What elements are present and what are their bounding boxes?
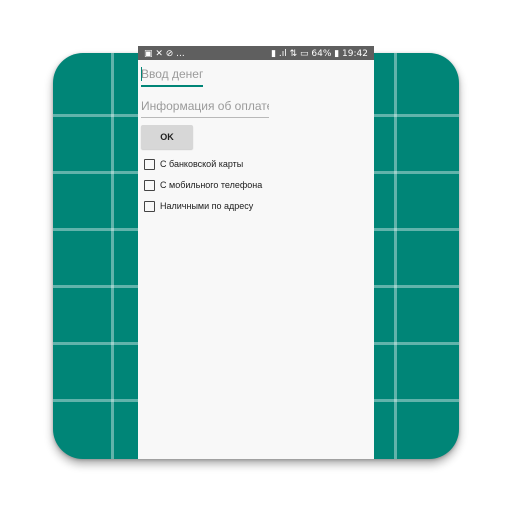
amount-input[interactable] (141, 63, 203, 87)
checkbox-cash-by-address[interactable] (144, 200, 155, 212)
checkbox-mobile-phone[interactable] (144, 179, 155, 191)
status-left-icons: ▣ ✕ ⊘ ... (144, 49, 185, 59)
option-bank-card[interactable]: С банковской карты (144, 157, 243, 171)
option-label: С банковской карты (160, 159, 244, 169)
option-label: Наличными по адресу (160, 201, 254, 211)
checkbox-bank-card[interactable] (144, 158, 155, 170)
option-mobile-phone[interactable]: С мобильного телефона (144, 178, 262, 192)
app-screen: ▣ ✕ ⊘ ... ▮ .ıl ⇅ ▭ 64% ▮ 19:42 OK С бан… (138, 46, 374, 459)
payment-info-input[interactable] (141, 95, 269, 118)
option-label: С мобильного телефона (160, 180, 263, 190)
status-bar: ▣ ✕ ⊘ ... ▮ .ıl ⇅ ▭ 64% ▮ 19:42 (138, 46, 374, 60)
text-cursor (141, 67, 142, 81)
ok-button[interactable]: OK (141, 125, 193, 149)
status-right-info: ▮ .ıl ⇅ ▭ 64% ▮ 19:42 (271, 49, 368, 59)
option-cash-by-address[interactable]: Наличными по адресу (144, 199, 253, 213)
